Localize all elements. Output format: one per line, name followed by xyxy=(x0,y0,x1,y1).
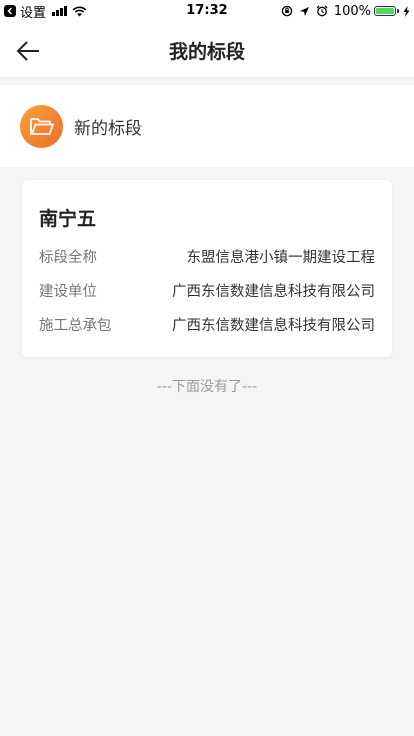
info-row-general-contractor: 施工总承包 广西东信数建信息科技有限公司 xyxy=(39,314,375,334)
battery-percentage: 100% xyxy=(333,3,371,19)
info-label: 标段全称 xyxy=(39,250,97,266)
folder-open-icon xyxy=(20,104,63,148)
new-section-label: 新的标段 xyxy=(74,118,142,139)
section-name: 南宁五 xyxy=(39,208,97,230)
battery-cap xyxy=(397,9,399,13)
info-label: 建设单位 xyxy=(39,284,97,300)
info-value: 东盟信息港小镇一期建设工程 xyxy=(186,250,376,266)
location-arrow-icon xyxy=(299,6,310,17)
info-row-construction-unit: 建设单位 广西东信数建信息科技有限公司 xyxy=(39,280,375,300)
charging-bolt-icon xyxy=(403,5,410,17)
info-label: 施工总承包 xyxy=(39,318,112,334)
info-row-full-name: 标段全称 东盟信息港小镇一期建设工程 xyxy=(39,246,375,266)
rotation-lock-icon xyxy=(281,5,293,17)
list-end-tip: ---下面没有了--- xyxy=(156,379,258,395)
status-right: 100% xyxy=(281,3,410,19)
section-card[interactable]: 南宁五 标段全称 东盟信息港小镇一期建设工程 建设单位 广西东信数建信息科技有限… xyxy=(22,180,392,357)
info-value: 广西东信数建信息科技有限公司 xyxy=(172,284,375,300)
navigation-bar: 我的标段 xyxy=(0,22,414,78)
page-title: 我的标段 xyxy=(168,41,245,63)
status-bar: 设置 17:32 100% xyxy=(0,0,414,22)
alarm-clock-icon xyxy=(316,5,328,17)
info-value: 广西东信数建信息科技有限公司 xyxy=(172,318,375,334)
battery-icon xyxy=(374,6,396,16)
new-section-button[interactable]: 新的标段 xyxy=(0,85,414,167)
